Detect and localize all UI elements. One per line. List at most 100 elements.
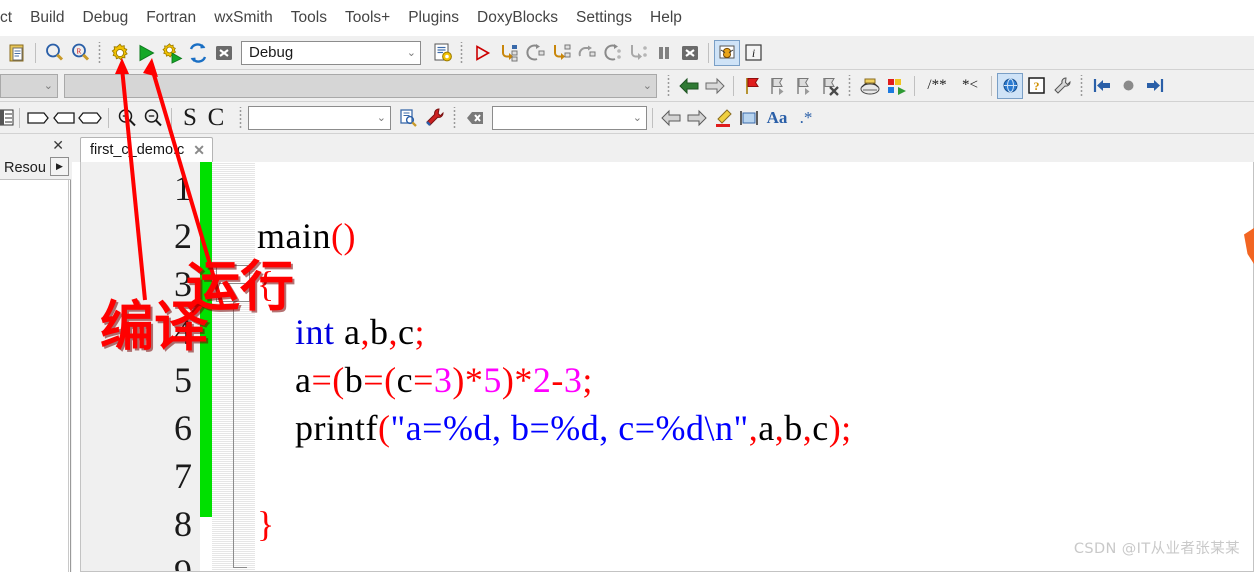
doxyblocks-extract-icon[interactable] xyxy=(883,73,909,99)
menu-bar: ct Build Debug Fortran wxSmith Tools Too… xyxy=(0,0,1254,36)
select-all-occurrences-icon[interactable] xyxy=(736,105,762,131)
menu-item-tools[interactable]: Tools xyxy=(282,7,336,29)
debug-continue-icon[interactable] xyxy=(469,40,495,66)
fold-margin[interactable] xyxy=(212,162,255,571)
navigate-forward-icon[interactable] xyxy=(702,73,728,99)
doxyblocks-comment-icon[interactable]: /** xyxy=(920,73,954,99)
build-icon[interactable] xyxy=(107,40,133,66)
search-toolbar-grip[interactable] xyxy=(237,106,245,129)
doxy-block-label: /** xyxy=(927,77,947,93)
clear-search-icon[interactable] xyxy=(462,105,488,131)
shape-hex-left-icon[interactable] xyxy=(51,105,77,131)
debug-stop-icon[interactable] xyxy=(677,40,703,66)
close-icon[interactable]: ✕ xyxy=(52,137,71,154)
abort-build-icon[interactable] xyxy=(211,40,237,66)
menu-item-tools-plus[interactable]: Tools+ xyxy=(336,7,399,29)
record-dot-icon[interactable] xyxy=(1115,73,1141,99)
incremental-search-icon[interactable] xyxy=(395,105,421,131)
record-start-icon[interactable] xyxy=(1089,73,1115,99)
code-editor[interactable]: 123456789 main(){ int a,b,c; a=(b=(c=3)*… xyxy=(80,162,1254,572)
line-number-gutter: 1 2 3 4 5 6 7 8 9 xyxy=(81,162,200,571)
find-input-combo[interactable]: ⌄ xyxy=(492,105,647,130)
record-toolbar-grip[interactable] xyxy=(1078,74,1086,97)
build-targets-icon[interactable] xyxy=(429,40,455,66)
menu-item-debug[interactable]: Debug xyxy=(74,7,138,29)
highlight-icon[interactable] xyxy=(710,105,736,131)
code-token: 5 xyxy=(483,360,502,400)
build-and-run-icon[interactable] xyxy=(159,40,185,66)
zoom-out-icon[interactable] xyxy=(140,105,166,131)
menu-item-help[interactable]: Help xyxy=(641,7,691,29)
symbol-c-icon[interactable]: C xyxy=(203,104,229,131)
next-result-icon[interactable] xyxy=(684,105,710,131)
code-token: a xyxy=(334,312,361,352)
bookmark-clear-icon[interactable] xyxy=(817,73,843,99)
record-end-icon[interactable] xyxy=(1141,73,1167,99)
main-toolbar: R Debug ⌄ i xyxy=(0,36,1254,70)
debugging-windows-icon[interactable] xyxy=(714,39,740,66)
chevron-right-icon[interactable]: ▶ xyxy=(50,157,69,176)
toolbar-separator-6 xyxy=(19,107,20,128)
regex-icon[interactable]: .* xyxy=(792,105,820,131)
shape-hex-icon[interactable] xyxy=(77,105,103,131)
debug-step-instruction-icon[interactable] xyxy=(599,40,625,66)
symbol-s-icon[interactable]: S xyxy=(177,104,203,131)
doxyblocks-browse-icon[interactable] xyxy=(997,72,1023,99)
nav-toolbar-grip[interactable] xyxy=(665,74,673,97)
editor-layout-icon[interactable] xyxy=(0,105,14,131)
fold-toggle-icon[interactable] xyxy=(216,265,250,302)
doxyblocks-blockcomment-icon[interactable]: *< xyxy=(954,73,986,99)
code-token: = xyxy=(413,360,434,400)
toolbar-grip[interactable] xyxy=(96,41,104,64)
find-icon[interactable] xyxy=(41,40,67,66)
debug-step-into-icon[interactable] xyxy=(495,40,521,66)
sidebar-tab-resources[interactable]: Resou xyxy=(0,160,46,176)
close-icon[interactable]: ✕ xyxy=(193,142,205,159)
debug-pause-icon[interactable] xyxy=(651,40,677,66)
search-settings-icon[interactable] xyxy=(421,105,447,131)
debug-info-icon[interactable]: i xyxy=(740,40,766,66)
paste-icon[interactable] xyxy=(4,40,30,66)
menu-item-project[interactable]: ct xyxy=(0,7,21,29)
chevron-down-icon: ⌄ xyxy=(406,47,416,59)
menu-item-fortran[interactable]: Fortran xyxy=(137,7,205,29)
menu-item-doxyblocks[interactable]: DoxyBlocks xyxy=(468,7,567,29)
doxy-toolbar-grip[interactable] xyxy=(846,74,854,97)
bookmark-toggle-icon[interactable] xyxy=(739,73,765,99)
symbol-function-combo[interactable]: ⌄ xyxy=(64,73,657,98)
find-toolbar-grip[interactable] xyxy=(451,106,459,129)
doxyblocks-run-icon[interactable] xyxy=(857,73,883,99)
menu-item-plugins[interactable]: Plugins xyxy=(399,7,468,29)
symbol-scope-combo[interactable]: ⌄ xyxy=(0,73,58,98)
run-icon[interactable] xyxy=(133,40,159,66)
doxyblocks-config-icon[interactable] xyxy=(1049,73,1075,99)
bookmark-prev-icon[interactable] xyxy=(765,73,791,99)
bookmark-next-icon[interactable] xyxy=(791,73,817,99)
change-indicator-bar xyxy=(200,162,212,517)
navigate-back-icon[interactable] xyxy=(676,73,702,99)
zoom-in-icon[interactable] xyxy=(114,105,140,131)
code-token: 2 xyxy=(532,360,552,400)
menu-item-wxsmith[interactable]: wxSmith xyxy=(205,7,282,29)
debug-run-to-cursor-icon[interactable] xyxy=(625,40,651,66)
prev-result-icon[interactable] xyxy=(658,105,684,131)
doxyblocks-help-icon[interactable]: ? xyxy=(1023,73,1049,99)
rebuild-icon[interactable] xyxy=(185,40,211,66)
debug-step-out-icon[interactable] xyxy=(547,40,573,66)
match-case-icon[interactable]: Aa xyxy=(762,105,792,131)
debug-step-over-icon[interactable] xyxy=(521,40,547,66)
menu-item-build[interactable]: Build xyxy=(21,7,73,29)
code-token: ; xyxy=(414,312,425,352)
line-number: 2 xyxy=(174,216,192,256)
debug-next-instruction-icon[interactable] xyxy=(573,40,599,66)
editor-tab-first-c-demo[interactable]: first_c_demo.c ✕ xyxy=(80,137,214,162)
menu-item-settings[interactable]: Settings xyxy=(567,7,641,29)
build-target-combo[interactable]: Debug ⌄ xyxy=(241,40,421,65)
debug-toolbar-grip[interactable] xyxy=(458,41,466,64)
editor-tab-label: first_c_demo.c xyxy=(90,142,185,158)
symbol-search-combo[interactable]: ⌄ xyxy=(248,105,391,130)
svg-text:R: R xyxy=(76,48,81,56)
replace-icon[interactable]: R xyxy=(67,40,93,66)
shape-rect-icon[interactable] xyxy=(25,105,51,131)
code-token: 3 xyxy=(563,360,583,400)
